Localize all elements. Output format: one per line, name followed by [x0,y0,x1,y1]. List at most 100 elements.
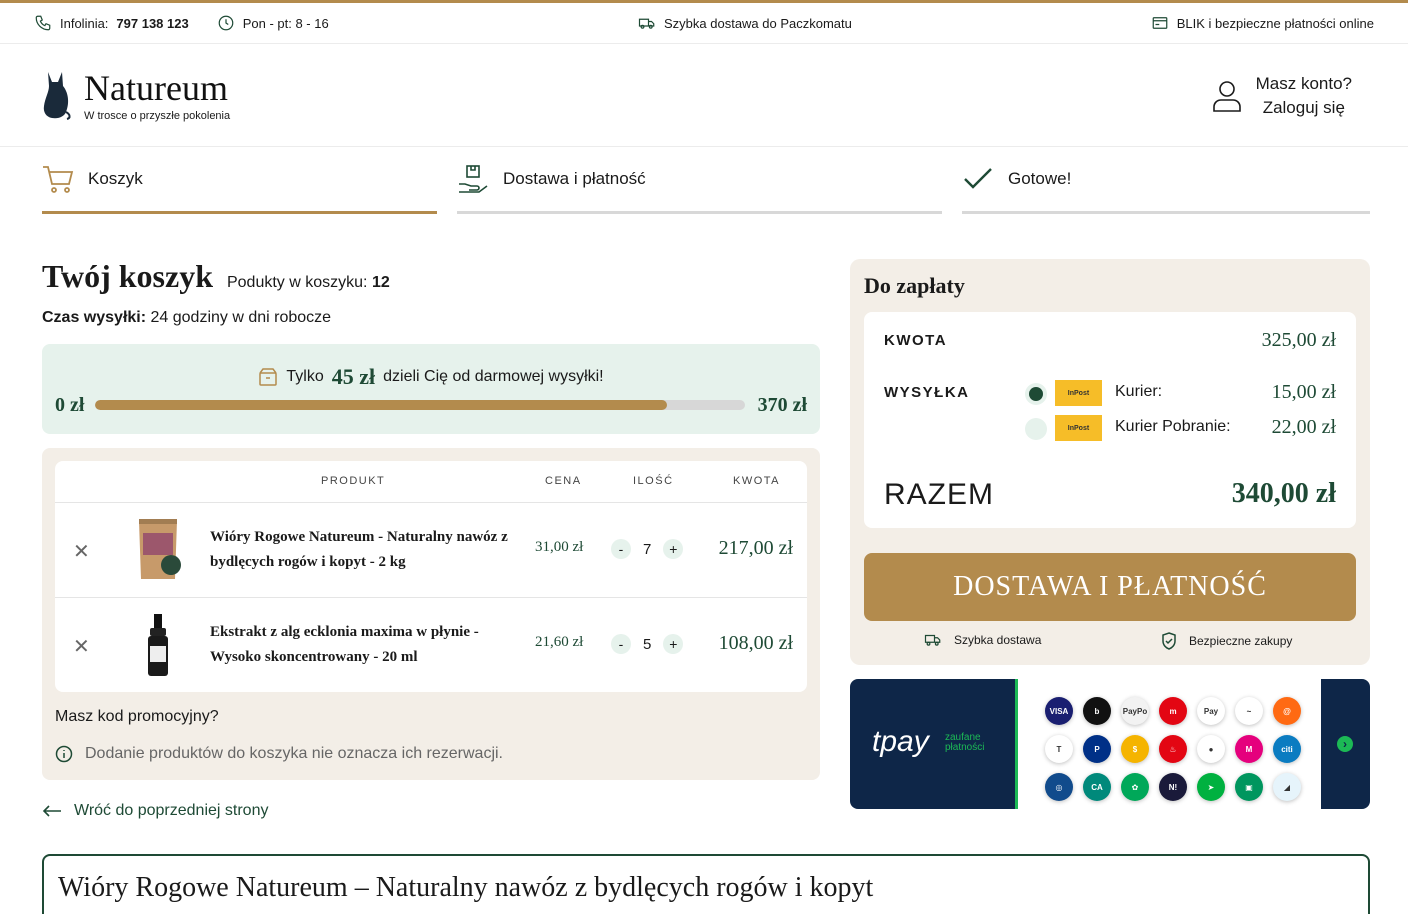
bank-logo[interactable]: m [1159,697,1187,725]
user-icon [1212,81,1241,112]
step-delivery-label: Dostawa i płatność [503,169,646,188]
order-summary: Do zapłaty KWOTA 325,00 zł WYSYŁKA InPos… [850,259,1370,665]
remove-item-button[interactable]: ✕ [73,634,90,659]
bank-logo[interactable]: citi [1273,735,1301,763]
hours-text: Pon - pt: 8 - 16 [242,15,329,31]
bank-logo[interactable]: ♨ [1159,735,1187,763]
amount-value: 325,00 zł [1261,329,1336,351]
bank-logo[interactable]: VISA [1045,697,1073,725]
bank-logo[interactable]: N! [1159,773,1187,801]
delivery-hand-icon [459,165,488,193]
account-question: Masz konto? [1255,74,1352,93]
tpay-brand-panel: tpay zaufane płatności [850,679,1018,809]
bank-logo-cell: M [1230,730,1268,768]
bank-logo-cell: Pay [1192,692,1230,730]
shipping-option-courier[interactable]: Kurier: [1115,383,1162,401]
bank-logo[interactable]: ~ [1235,697,1263,725]
bank-logo-cell: ◎ [1040,768,1078,806]
step-cart[interactable]: Koszyk [42,147,437,214]
bank-logo[interactable]: @ [1273,697,1301,725]
shipping-option-cod-radio[interactable] [1025,418,1047,440]
bank-logo-cell: PayPo [1116,692,1154,730]
bank-logo[interactable]: T [1045,735,1073,763]
bank-logo[interactable]: ▣ [1235,773,1263,801]
total-label: RAZEM [884,478,994,511]
cart-panel: PRODUKT CENA ILOŚĆ KWOTA ✕ Wióry Rogowe … [42,448,820,780]
tpay-tagline: zaufane płatności [945,733,984,753]
col-total: KWOTA [733,475,781,487]
shipping-time: Czas wysyłki: 24 godziny w dni robocze [42,309,331,327]
cart-icon [43,166,74,193]
back-link[interactable]: Wróć do poprzedniej strony [42,802,268,820]
shipping-option-cod[interactable]: Kurier Pobranie: [1115,418,1231,436]
top-info-bar: Infolinia: 797 138 123 Pon - pt: 8 - 16 … [0,0,1408,44]
product-image [139,519,181,579]
tpay-right-panel: › [1321,679,1370,809]
bank-logo[interactable]: ➤ [1197,773,1225,801]
chevron-right-icon[interactable]: › [1337,736,1353,752]
card-icon [1152,17,1168,29]
bank-logo[interactable]: CA [1083,773,1111,801]
delivery-payment-button[interactable]: DOSTAWA I PŁATNOŚĆ [864,553,1356,621]
step-cart-label: Koszyk [88,169,143,188]
fast-delivery-info: Szybka dostawa do Paczkomatu [638,14,852,32]
bank-logo[interactable]: P [1083,735,1111,763]
increase-qty-button[interactable]: + [663,539,684,559]
bank-logo-cell: P [1078,730,1116,768]
account-login[interactable]: Masz konto? Zaloguj się [1212,72,1352,120]
cat-logo-icon [43,72,71,120]
product-price: 21,60 zł [535,634,584,650]
product-section-title: Wióry Rogowe Natureum – Naturalny nawóz … [58,872,874,903]
bank-logo[interactable]: ● [1197,735,1225,763]
shield-check-icon [1162,632,1176,650]
hotline-number[interactable]: 797 138 123 [116,16,188,31]
bank-logo-cell: VISA [1040,692,1078,730]
bank-logo[interactable]: ✿ [1121,773,1149,801]
step-delivery-payment[interactable]: Dostawa i płatność [457,147,942,214]
bank-logo-cell: citi [1268,730,1306,768]
truck-icon [638,18,655,29]
brand-logo[interactable]: Natureum W trosce o przyszłe pokolenia [40,70,230,122]
bank-logo[interactable]: b [1083,697,1111,725]
amount-label: KWOTA [884,332,948,349]
bank-logo-cell: CA [1078,768,1116,806]
increase-qty-button[interactable]: + [663,634,684,654]
bank-logo[interactable]: ◎ [1045,773,1073,801]
bank-logo[interactable]: ◢ [1273,773,1301,801]
bank-logo-cell: b [1078,692,1116,730]
hotline-label: Infolinia: [60,15,109,31]
bank-logo-cell: ◢ [1268,768,1306,806]
promo-code-toggle[interactable]: Masz kod promocyjny? [55,708,219,726]
quantity-value[interactable]: 5 [643,636,651,653]
tpay-logo: tpay [872,725,929,758]
bank-logo[interactable]: $ [1121,735,1149,763]
free-shipping-banner: Tylko 45 zł dzieli Cię od darmowej wysył… [42,344,820,434]
quantity-value[interactable]: 7 [643,541,651,558]
bank-logo-cell: m [1154,692,1192,730]
table-row: ✕ Ekstrakt z alg ecklonia maxima w płyni… [55,598,807,693]
free-amount: 45 zł [331,364,376,389]
tpay-payment-methods: tpay zaufane płatności VISA b PayPo m Pay ~ @ T P… [850,679,1370,809]
free-min: 0 zł [55,394,85,416]
shipping-time-value: 24 godziny w dni robocze [150,309,332,326]
step-done[interactable]: Gotowe! [962,147,1370,214]
remove-item-button[interactable]: ✕ [73,539,90,564]
decrease-qty-button[interactable]: - [611,539,631,559]
table-header: PRODUKT CENA ILOŚĆ KWOTA [55,461,807,503]
product-name[interactable]: Ekstrakt z alg ecklonia maxima w płynie … [210,620,510,670]
truck-icon [924,634,941,646]
cart-count-label: Podukty w koszyku: [226,274,368,291]
decrease-qty-button[interactable]: - [611,634,631,654]
bank-logo[interactable]: PayPo [1121,697,1149,725]
bank-logo[interactable]: Pay [1197,697,1225,725]
shipping-option-courier-price: 15,00 zł [1271,381,1336,403]
login-link[interactable]: Zaloguj się [1256,96,1352,120]
product-image [148,614,168,676]
hotline[interactable]: Infolinia: 797 138 123 [34,14,189,32]
line-total: 108,00 zł [718,632,793,654]
table-row: ✕ Wióry Rogowe Natureum - Naturalny nawó… [55,503,807,598]
bank-logo[interactable]: M [1235,735,1263,763]
product-name[interactable]: Wióry Rogowe Natureum - Naturalny nawóz … [210,525,510,575]
shipping-option-courier-radio[interactable] [1025,383,1047,405]
bank-logo-cell: ▣ [1230,768,1268,806]
